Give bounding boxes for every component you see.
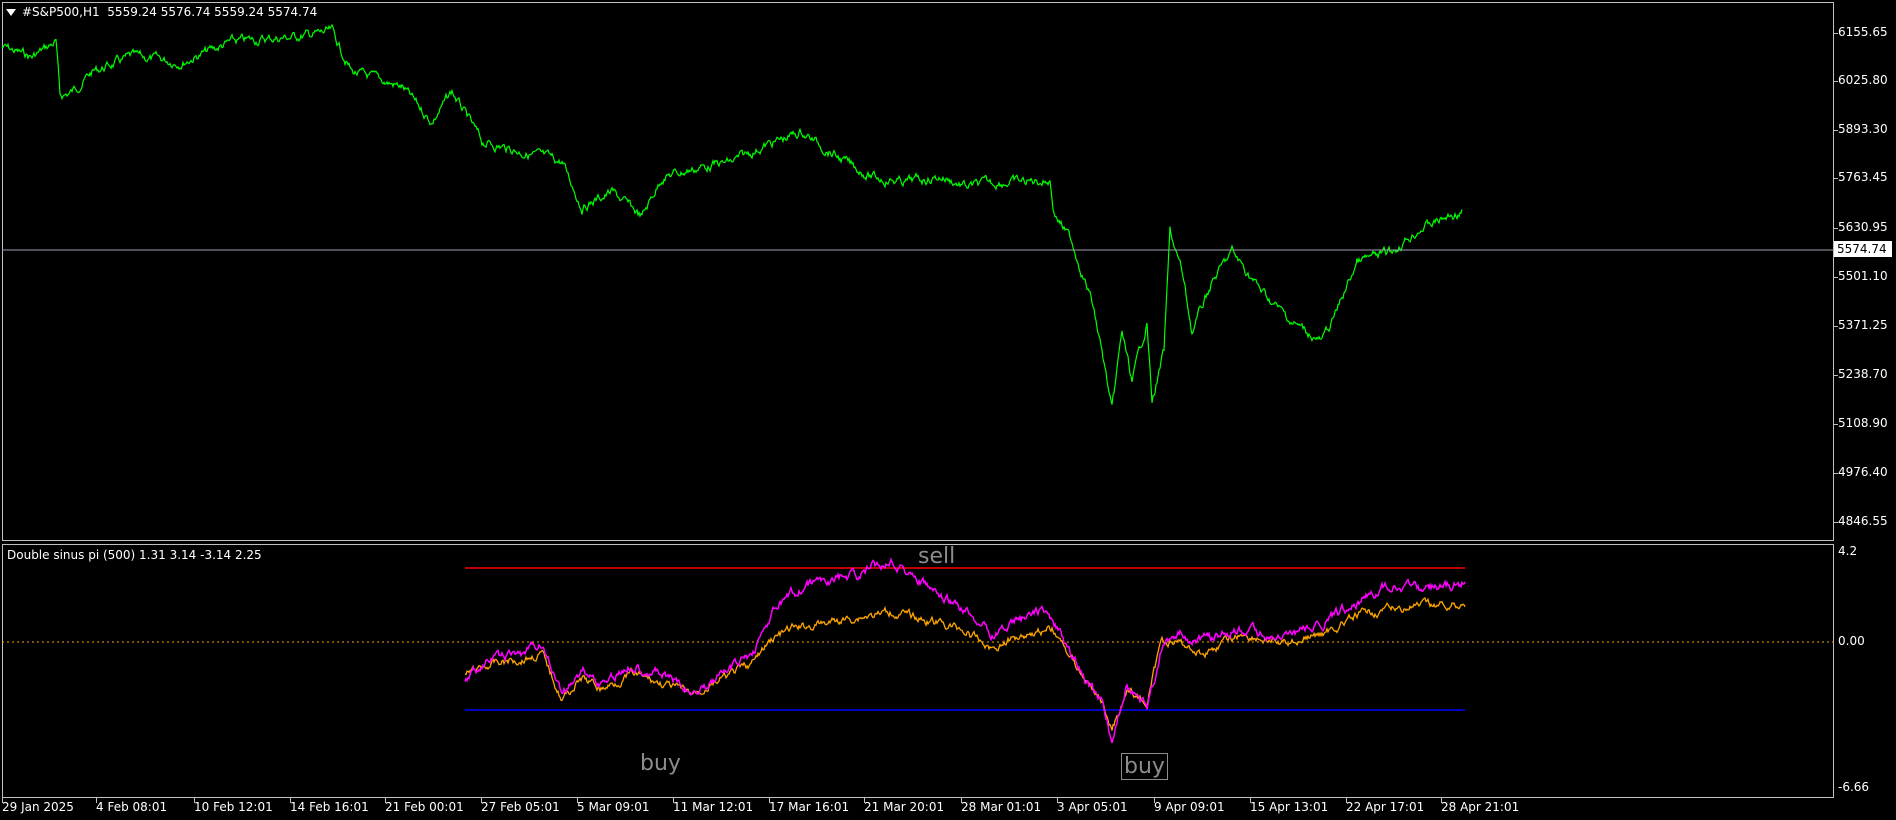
- price-tick-label: 5238.70: [1838, 367, 1888, 381]
- time-tick-mark: [481, 798, 482, 803]
- time-tick-label: 5 Mar 09:01: [577, 800, 650, 814]
- time-tick-mark: [1441, 798, 1442, 803]
- price-tick-mark: [1834, 277, 1838, 278]
- price-tick-mark: [1834, 522, 1838, 523]
- time-tick-mark: [864, 798, 865, 803]
- indicator-chart: [2, 557, 1834, 744]
- time-tick-label: 9 Apr 09:01: [1154, 800, 1225, 814]
- time-tick-label: 29 Jan 2025: [2, 800, 74, 814]
- price-tick-mark: [1834, 33, 1838, 34]
- time-tick-label: 17 Mar 16:01: [769, 800, 850, 814]
- price-tick-mark: [1834, 130, 1838, 131]
- price-tick-label: 5630.95: [1838, 220, 1888, 234]
- time-tick-label: 3 Apr 05:01: [1057, 800, 1128, 814]
- price-tick-mark: [1834, 375, 1838, 376]
- time-tick-mark: [769, 798, 770, 803]
- time-tick-label: 28 Mar 01:01: [961, 800, 1042, 814]
- price-tick-label: 5893.30: [1838, 122, 1888, 136]
- indicator-tick-label: -6.66: [1838, 780, 1870, 794]
- time-tick-label: 21 Mar 20:01: [864, 800, 945, 814]
- time-tick-mark: [1154, 798, 1155, 803]
- time-tick-mark: [385, 798, 386, 803]
- time-tick-label: 14 Feb 16:01: [290, 800, 369, 814]
- time-tick-label: 22 Apr 17:01: [1346, 800, 1425, 814]
- time-tick-mark: [2, 798, 3, 803]
- time-tick-mark: [961, 798, 962, 803]
- sell-signal-label: sell: [918, 544, 956, 569]
- time-tick-label: 11 Mar 12:01: [673, 800, 754, 814]
- price-tick-mark: [1834, 228, 1838, 229]
- price-tick-label: 6155.65: [1838, 25, 1888, 39]
- time-tick-mark: [1250, 798, 1251, 803]
- time-tick-label: 4 Feb 08:01: [96, 800, 168, 814]
- last-price-marker: 5574.74: [1834, 241, 1892, 257]
- time-tick-mark: [577, 798, 578, 803]
- indicator-tick-label: 0.00: [1838, 634, 1865, 648]
- time-tick-mark: [673, 798, 674, 803]
- indicator-tick-label: 4.2: [1838, 544, 1858, 558]
- price-tick-label: 4846.55: [1838, 514, 1888, 528]
- price-tick-mark: [1834, 424, 1838, 425]
- price-line: [1, 23, 1463, 405]
- time-tick-label: 28 Apr 21:01: [1441, 800, 1520, 814]
- time-tick-label: 27 Feb 05:01: [481, 800, 560, 814]
- price-tick-mark: [1834, 178, 1838, 179]
- time-tick-label: 21 Feb 00:01: [385, 800, 464, 814]
- time-tick-mark: [290, 798, 291, 803]
- price-tick-mark: [1834, 326, 1838, 327]
- buy-signal-label-selected[interactable]: buy: [1121, 753, 1168, 780]
- time-tick-label: 10 Feb 12:01: [194, 800, 273, 814]
- buy-signal-label: buy: [640, 751, 681, 776]
- time-tick-mark: [1057, 798, 1058, 803]
- price-tick-label: 5501.10: [1838, 269, 1888, 283]
- price-line-chart: [1, 23, 1834, 405]
- price-tick-label: 5108.90: [1838, 416, 1888, 430]
- time-tick-label: 15 Apr 13:01: [1250, 800, 1329, 814]
- price-tick-label: 5763.45: [1838, 170, 1888, 184]
- price-tick-label: 6025.80: [1838, 73, 1888, 87]
- fast-line: [464, 557, 1466, 744]
- time-tick-mark: [194, 798, 195, 803]
- price-tick-label: 4976.40: [1838, 465, 1888, 479]
- price-tick-mark: [1834, 81, 1838, 82]
- price-tick-mark: [1834, 473, 1838, 474]
- time-tick-mark: [1346, 798, 1347, 803]
- time-tick-mark: [96, 798, 97, 803]
- price-tick-label: 5371.25: [1838, 318, 1888, 332]
